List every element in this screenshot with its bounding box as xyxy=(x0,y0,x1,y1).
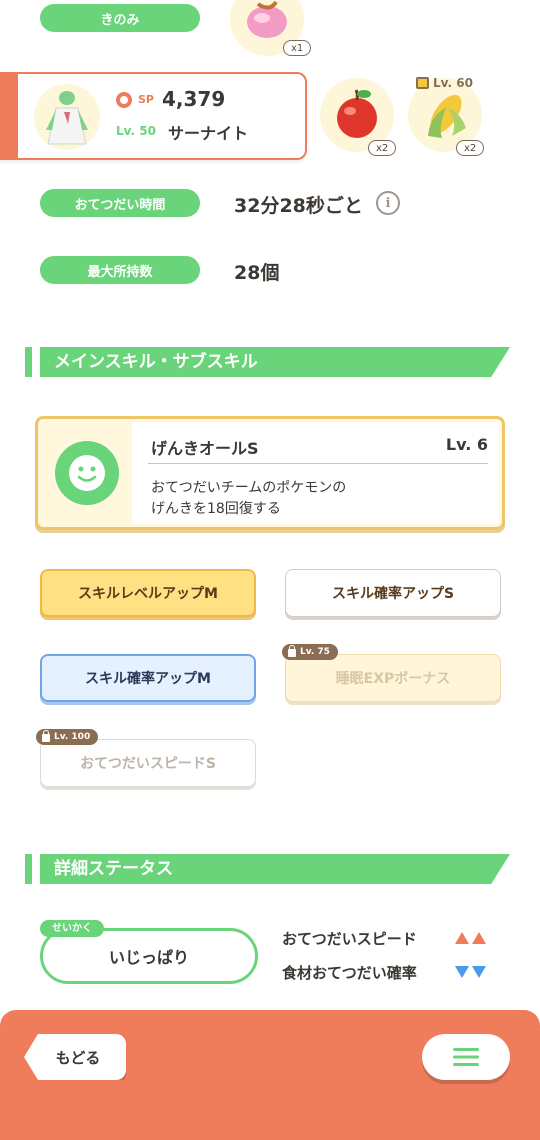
lock-icon xyxy=(42,730,50,742)
ingredient-lock-2: Lv. 60 xyxy=(416,76,473,90)
sub-skill-4[interactable]: 睡眠EXPボーナス xyxy=(285,654,501,702)
menu-button[interactable] xyxy=(422,1034,510,1080)
main-skill-divider xyxy=(148,463,488,464)
skills-section-header: メインスキル・サブスキル xyxy=(25,347,510,377)
details-section-title: 詳細ステータス xyxy=(54,859,173,879)
down-arrows-icon xyxy=(452,963,486,982)
skills-section-title: メインスキル・サブスキル xyxy=(54,352,258,372)
lock-icon xyxy=(288,645,296,657)
back-button[interactable]: もどる xyxy=(24,1034,126,1080)
lock-level-text: Lv. 100 xyxy=(54,732,91,742)
sub-skill-5[interactable]: おてつだいスピードS xyxy=(40,739,256,787)
max-carry-label: 最大所持数 xyxy=(40,256,200,284)
lock-level-text: Lv. 60 xyxy=(433,76,473,90)
pokemon-avatar xyxy=(34,84,100,150)
pokemon-level: Lv. 50 xyxy=(116,124,156,138)
ingredient-label: きのみ xyxy=(40,4,200,32)
stat-up-row: おてつだいスピード xyxy=(282,928,486,949)
lock-level-text: Lv. 75 xyxy=(300,647,330,657)
stat-down-row: 食材おてつだい確率 xyxy=(282,962,486,983)
sp-label: SP xyxy=(138,93,154,106)
nature-label: せいかく xyxy=(40,920,104,937)
sub-skill-2[interactable]: スキル確率アップS xyxy=(285,569,501,617)
sub-skill-5-lock: Lv. 100 xyxy=(36,729,99,745)
info-icon[interactable]: i xyxy=(376,191,400,215)
ingredient-qty-2: x2 xyxy=(456,140,485,156)
sp-icon xyxy=(116,92,132,108)
hamburger-menu-icon xyxy=(453,1048,479,1066)
ingredient-qty-1: x2 xyxy=(368,140,397,156)
main-skill-card[interactable]: げんきオールS Lv. 6 おてつだいチームのポケモンの げんきを18回復する xyxy=(35,416,505,530)
stat-down-label: 食材おてつだい確率 xyxy=(282,964,417,982)
gardevoir-icon xyxy=(46,91,88,145)
pokemon-name: サーナイト xyxy=(168,124,249,143)
pokemon-card[interactable]: SP 4,379 Lv. 50 サーナイト xyxy=(0,72,307,160)
main-skill-name: げんきオールS xyxy=(151,439,259,458)
nature-value: いじっぱり xyxy=(108,948,189,967)
sub-skill-1[interactable]: スキルレベルアップM xyxy=(40,569,256,617)
help-time-label: おてつだい時間 xyxy=(40,189,200,217)
help-time-value: 32分28秒ごと xyxy=(234,195,363,217)
main-skill-desc-line2: げんきを18回復する xyxy=(151,501,281,517)
footer-bar: もどる xyxy=(0,1010,540,1140)
sp-value: 4,379 xyxy=(162,87,226,111)
max-carry-value: 28個 xyxy=(234,262,280,284)
berry-qty: x1 xyxy=(283,40,312,56)
smile-icon xyxy=(55,441,119,505)
details-section-header: 詳細ステータス xyxy=(25,854,510,884)
stat-up-label: おてつだいスピード xyxy=(282,930,417,948)
main-skill-desc-line1: おてつだいチームのポケモンの xyxy=(151,480,347,496)
sub-skill-3[interactable]: スキル確率アップM xyxy=(40,654,256,702)
back-label: もどる xyxy=(55,1048,101,1067)
card-accent xyxy=(0,74,18,158)
sub-skill-4-lock: Lv. 75 xyxy=(282,644,338,660)
up-arrows-icon xyxy=(452,929,486,948)
main-skill-level: Lv. 6 xyxy=(445,435,488,454)
lock-icon xyxy=(416,77,429,89)
